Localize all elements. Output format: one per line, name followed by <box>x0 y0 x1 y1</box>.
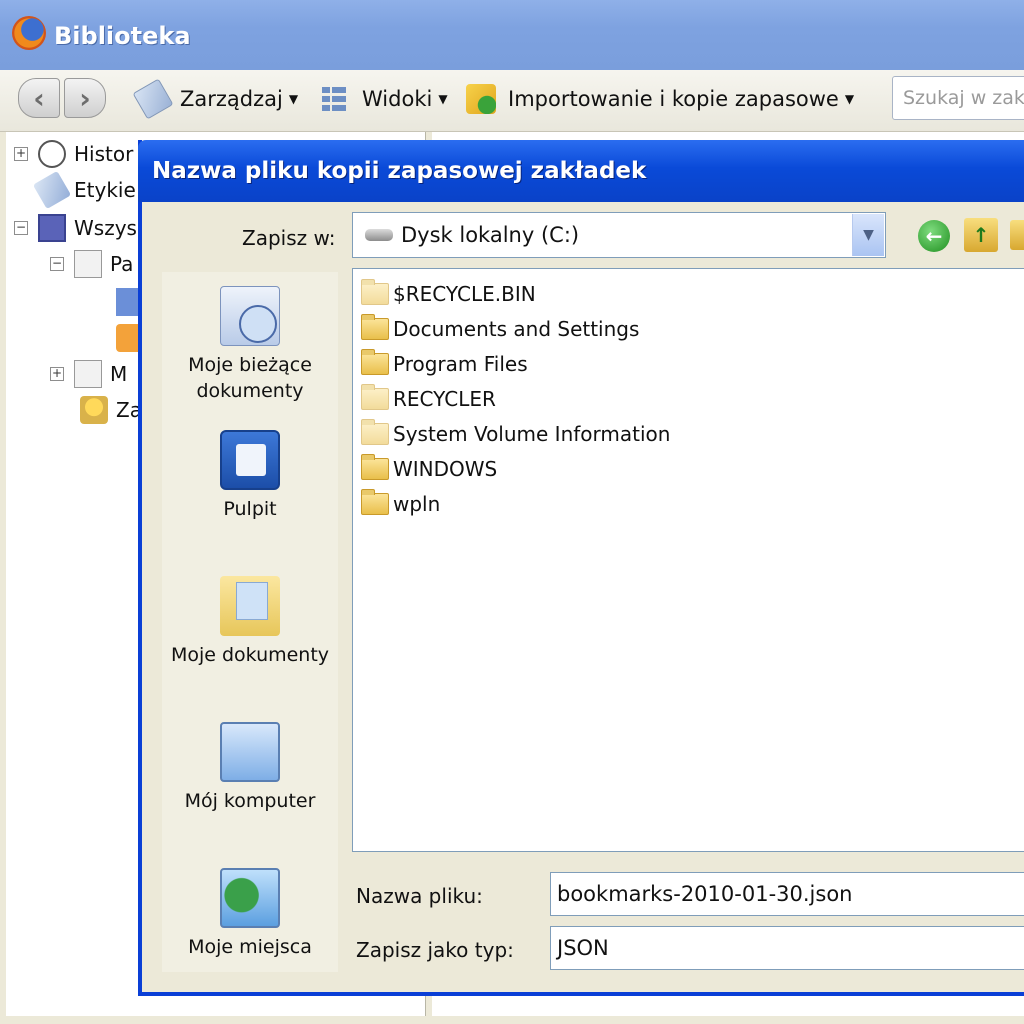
place-label: Pulpit <box>223 498 277 520</box>
file-name: $RECYCLE.BIN <box>393 282 536 306</box>
place-label: Mój komputer <box>184 790 316 812</box>
file-name: wpln <box>393 492 441 516</box>
tree-item-label: Etykie <box>74 178 136 202</box>
bookmarks-icon <box>38 214 66 242</box>
place-label: Moje dokumenty <box>170 644 330 666</box>
library-title: Biblioteka <box>54 22 191 50</box>
tree-item-unsorted[interactable]: Za <box>80 394 142 426</box>
dialog-title: Nazwa pliku kopii zapasowej zakładek <box>152 158 647 184</box>
tree-item-label: Histor <box>74 142 134 166</box>
tree-item-label: M <box>110 362 128 386</box>
tree-item-toolbar[interactable]: − Pa <box>50 248 133 280</box>
back-folder-button[interactable]: ← <box>918 220 950 252</box>
save-backup-dialog: Nazwa pliku kopii zapasowej zakładek Zap… <box>138 140 1024 996</box>
dropdown-arrow-icon: ▼ <box>288 92 299 106</box>
filename-label: Nazwa pliku: <box>356 884 483 908</box>
collapse-icon[interactable]: − <box>50 257 64 271</box>
file-name: System Volume Information <box>393 422 671 446</box>
list-item[interactable]: Program Files <box>361 349 528 379</box>
file-name: RECYCLER <box>393 387 496 411</box>
organize-label: Zarządzaj <box>180 87 283 111</box>
clock-icon <box>38 140 66 168</box>
expand-icon[interactable]: + <box>50 367 64 381</box>
place-recent-documents[interactable]: Moje bieżące dokumenty <box>162 286 338 404</box>
dropdown-arrow-icon: ▼ <box>844 92 855 106</box>
expand-icon[interactable]: + <box>14 147 28 161</box>
up-arrow-icon: ↑ <box>972 223 990 247</box>
folder-icon <box>361 454 389 480</box>
my-documents-icon <box>220 576 280 636</box>
menu-folder-icon <box>74 360 102 388</box>
import-backup-icon <box>466 84 496 114</box>
list-item[interactable]: RECYCLER <box>361 384 496 414</box>
new-folder-button[interactable] <box>1010 220 1024 250</box>
place-my-computer[interactable]: Mój komputer <box>162 722 338 814</box>
file-list: $RECYCLE.BIN Documents and Settings Prog… <box>352 268 1024 852</box>
folder-icon <box>361 314 389 340</box>
places-bar: Moje bieżące dokumenty Pulpit Moje dokum… <box>162 272 338 972</box>
tree-item-tags[interactable]: Etykie <box>32 170 136 210</box>
firefox-icon <box>12 16 46 50</box>
filetype-label: Zapisz jako typ: <box>356 938 514 962</box>
list-item[interactable]: System Volume Information <box>361 419 670 449</box>
folder-icon <box>361 489 389 515</box>
folder-icon <box>361 384 389 410</box>
save-in-value: Dysk lokalny (C:) <box>401 223 580 247</box>
place-label: Moje bieżące dokumenty <box>188 354 312 402</box>
up-one-level-button[interactable]: ↑ <box>964 218 998 252</box>
save-in-label: Zapisz w: <box>242 226 336 250</box>
file-name: WINDOWS <box>393 457 498 481</box>
dialog-titlebar[interactable]: Nazwa pliku kopii zapasowej zakładek <box>138 140 1024 202</box>
list-item[interactable]: $RECYCLE.BIN <box>361 279 536 309</box>
filetype-select[interactable]: JSON <box>550 926 1024 970</box>
organize-icon <box>132 78 174 120</box>
organize-menu-button[interactable]: Zarządzaj ▼ <box>132 78 299 120</box>
chevron-down-icon[interactable]: ▼ <box>852 214 884 256</box>
place-desktop[interactable]: Pulpit <box>162 430 338 522</box>
list-item[interactable]: wpln <box>361 489 440 519</box>
save-in-dropdown[interactable]: Dysk lokalny (C:) ▼ <box>352 212 886 258</box>
tree-item-history[interactable]: + Histor <box>14 138 133 170</box>
views-icon <box>320 84 350 114</box>
views-menu-button[interactable]: Widoki ▼ <box>320 84 448 114</box>
tree-item-label: Wszys <box>74 216 137 240</box>
forward-arrow-icon: › <box>79 81 91 115</box>
my-computer-icon <box>220 722 280 782</box>
network-places-icon <box>220 868 280 928</box>
file-name: Documents and Settings <box>393 317 640 341</box>
import-backup-label: Importowanie i kopie zapasowe <box>508 87 839 111</box>
import-backup-menu-button[interactable]: Importowanie i kopie zapasowe ▼ <box>466 84 854 114</box>
tree-item-label: Pa <box>110 252 134 276</box>
list-item[interactable]: WINDOWS <box>361 454 497 484</box>
list-item[interactable]: Documents and Settings <box>361 314 639 344</box>
recent-documents-icon <box>220 286 280 346</box>
dropdown-arrow-icon: ▼ <box>438 92 448 106</box>
tree-item-all-bookmarks[interactable]: − Wszys <box>14 212 137 244</box>
toolbar-folder-icon <box>74 250 102 278</box>
tree-item-menu[interactable]: + M <box>50 358 127 390</box>
folder-icon <box>361 419 389 445</box>
folder-icon <box>361 349 389 375</box>
file-name: Program Files <box>393 352 528 376</box>
place-my-documents[interactable]: Moje dokumenty <box>162 576 338 668</box>
filename-input[interactable]: bookmarks-2010-01-30.json <box>550 872 1024 916</box>
search-input[interactable]: Szukaj w zakł <box>892 76 1024 120</box>
place-network[interactable]: Moje miejsca <box>162 868 338 960</box>
back-button[interactable]: ‹ <box>18 78 60 118</box>
forward-button[interactable]: › <box>64 78 106 118</box>
folder-icon <box>361 279 389 305</box>
star-folder-icon <box>80 396 108 424</box>
back-arrow-icon: ← <box>925 224 943 248</box>
back-arrow-icon: ‹ <box>33 81 45 115</box>
desktop-icon <box>220 430 280 490</box>
views-label: Widoki <box>362 87 433 111</box>
tag-icon <box>32 170 72 210</box>
place-label: Moje miejsca <box>188 936 312 958</box>
drive-icon <box>365 229 393 241</box>
collapse-icon[interactable]: − <box>14 221 28 235</box>
library-titlebar[interactable]: Biblioteka <box>0 0 1024 70</box>
